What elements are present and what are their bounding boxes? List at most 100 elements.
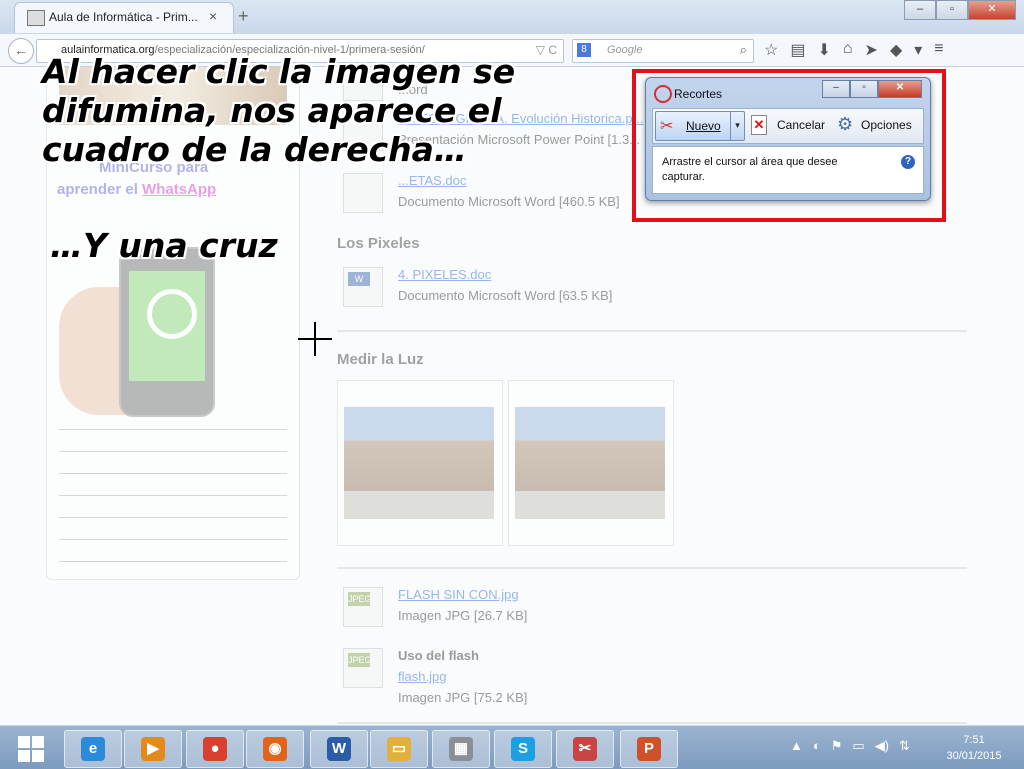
file-title: Uso del flash bbox=[398, 648, 479, 663]
sync-icon[interactable]: ⇅ bbox=[899, 738, 910, 754]
new-tab-icon[interactable]: + bbox=[238, 6, 249, 27]
jpg-file-icon: JPEG bbox=[343, 648, 383, 688]
tab-title: Aula de Informática - Prim... bbox=[49, 10, 198, 24]
street-photo bbox=[515, 407, 665, 519]
snipping-message: Arrastre el cursor al área que desee cap… bbox=[662, 156, 838, 183]
annotation-line: difumina, nos aparece el bbox=[42, 91, 502, 130]
search-icon[interactable]: ⌕ bbox=[740, 42, 747, 58]
file-link[interactable]: flash.jpg bbox=[398, 669, 446, 684]
cancel-button[interactable]: Cancelar bbox=[777, 118, 825, 132]
taskbar-app-media-player[interactable]: ▶ bbox=[124, 730, 182, 768]
system-tray: ▲ ◐ ⚑ ▭ ◀) ⇅ bbox=[790, 738, 910, 754]
file-link[interactable]: ...ETAS.doc bbox=[398, 173, 466, 188]
options-gear-icon[interactable]: ⚙ bbox=[837, 114, 853, 135]
media-player-icon: ▶ bbox=[141, 737, 165, 761]
file-desc: Imagen JPG [75.2 KB] bbox=[398, 690, 528, 705]
taskbar: e ▶ ● ◉ W ▭ ▦ S ✂ P ▲ ◐ ⚑ ▭ ◀) ⇅ 7:51 30/01/2015 bbox=[0, 725, 1024, 769]
taskbar-app-firefox[interactable]: ◉ bbox=[246, 730, 304, 768]
clock-date: 30/01/2015 bbox=[946, 750, 1002, 762]
skype-icon: S bbox=[511, 737, 535, 761]
file-row: W 4. PIXELES.doc Documento Microsoft Wor… bbox=[337, 267, 967, 313]
taskbar-app-explorer[interactable]: ▭ bbox=[370, 730, 428, 768]
word-file-icon bbox=[343, 173, 383, 213]
cancel-icon[interactable]: ✕ bbox=[751, 115, 767, 135]
downloads-icon[interactable]: ⬇ bbox=[817, 40, 830, 60]
whatsapp-link[interactable]: WhatsApp bbox=[142, 181, 216, 198]
whatsapp-phone-image[interactable] bbox=[59, 247, 215, 417]
snipping-message-area: Arrastre el cursor al área que desee cap… bbox=[652, 146, 924, 194]
snipping-toolbar: ✂ Nuevo ▾ ✕ Cancelar ⚙ Opciones bbox=[652, 108, 924, 144]
taskbar-app-snipping-tool[interactable]: ✂ bbox=[556, 730, 614, 768]
new-snip-button[interactable]: ✂ Nuevo ▾ bbox=[655, 111, 745, 141]
phone-body bbox=[119, 247, 215, 417]
chrome-icon: ● bbox=[203, 737, 227, 761]
show-hidden-icons-icon[interactable]: ▲ bbox=[790, 738, 803, 754]
minimize-button[interactable]: – bbox=[904, 0, 936, 20]
taskbar-app-ie[interactable]: e bbox=[64, 730, 122, 768]
help-icon[interactable]: ? bbox=[901, 155, 915, 169]
close-button[interactable]: ✕ bbox=[968, 0, 1016, 20]
send-icon[interactable]: ➤ bbox=[865, 40, 878, 60]
section-title-pixeles: Los Pixeles bbox=[337, 235, 420, 252]
file-row: JPEG FLASH SIN CON.jpg Imagen JPG [26.7 … bbox=[337, 587, 967, 633]
powerpoint-icon: P bbox=[637, 737, 661, 761]
file-row: JPEG Uso del flash flash.jpg Imagen JPG … bbox=[337, 648, 967, 710]
bookmark-star-icon[interactable]: ☆ bbox=[764, 40, 778, 60]
file-desc: Documento Microsoft Word [460.5 KB] bbox=[398, 194, 620, 209]
taskbar-app-chrome[interactable]: ● bbox=[186, 730, 244, 768]
calculator-icon: ▦ bbox=[449, 737, 473, 761]
home-icon[interactable]: ⌂ bbox=[843, 40, 853, 60]
annotation-line: Al hacer clic la imagen se bbox=[42, 52, 516, 91]
start-button[interactable] bbox=[10, 730, 54, 766]
crosshair-cursor-icon bbox=[298, 322, 332, 356]
action-center-flag-icon[interactable]: ⚑ bbox=[831, 738, 843, 754]
browser-titlebar: Aula de Informática - Prim... × + – ▫ ✕ bbox=[0, 0, 1024, 34]
word-file-icon: W bbox=[343, 267, 383, 307]
divider bbox=[337, 567, 967, 569]
snip-close-button[interactable]: ✕ bbox=[878, 80, 922, 98]
file-link[interactable]: FLASH SIN CON.jpg bbox=[398, 587, 519, 602]
snipping-tool-app-icon bbox=[654, 85, 672, 103]
options-button[interactable]: Opciones bbox=[861, 118, 912, 132]
browser-tab[interactable]: Aula de Informática - Prim... × bbox=[14, 2, 234, 33]
volume-icon[interactable]: ◀) bbox=[875, 738, 889, 754]
street-photo bbox=[344, 407, 494, 519]
network-icon[interactable]: ▭ bbox=[852, 738, 864, 754]
taskbar-app-calculator[interactable]: ▦ bbox=[432, 730, 490, 768]
divider bbox=[337, 330, 967, 332]
snip-minimize-button[interactable]: – bbox=[822, 80, 850, 98]
image-thumbnail[interactable] bbox=[508, 380, 674, 546]
extension-icon[interactable]: ◆ bbox=[890, 40, 902, 60]
taskbar-app-skype[interactable]: S bbox=[494, 730, 552, 768]
taskbar-app-word[interactable]: W bbox=[310, 730, 368, 768]
taskbar-app-powerpoint[interactable]: P bbox=[620, 730, 678, 768]
word-icon: W bbox=[327, 737, 351, 761]
annotation-text: Al hacer clic la imagen se difumina, nos… bbox=[42, 52, 642, 169]
sidebar-title-line2: aprender el WhatsApp bbox=[57, 181, 217, 198]
tab-close-icon[interactable]: × bbox=[209, 8, 217, 24]
maximize-button[interactable]: ▫ bbox=[936, 0, 968, 20]
tray-app-icon[interactable]: ◐ bbox=[813, 738, 821, 754]
snip-maximize-button[interactable]: ▫ bbox=[850, 80, 878, 98]
word-badge: W bbox=[348, 272, 370, 286]
phone-screen bbox=[129, 271, 205, 381]
clock[interactable]: 7:51 30/01/2015 bbox=[938, 732, 1010, 764]
file-desc: Documento Microsoft Word [63.5 KB] bbox=[398, 288, 613, 303]
explorer-icon: ▭ bbox=[387, 737, 411, 761]
firefox-icon: ◉ bbox=[263, 737, 287, 761]
file-desc: Imagen JPG [26.7 KB] bbox=[398, 608, 528, 623]
menu-icon[interactable]: ≡ bbox=[934, 40, 943, 60]
jpeg-badge: JPEG bbox=[348, 592, 372, 606]
image-thumbnail[interactable] bbox=[337, 380, 503, 546]
annotation-line: cuadro de la derecha… bbox=[42, 130, 467, 169]
toolbar-icons: ☆ ▤ ⬇ ⌂ ➤ ◆ ▾ ≡ bbox=[764, 40, 944, 60]
file-link[interactable]: 4. PIXELES.doc bbox=[398, 267, 491, 282]
annotation-subtext: …Y una cruz bbox=[50, 226, 278, 265]
new-snip-dropdown-icon[interactable]: ▾ bbox=[730, 112, 744, 140]
back-button[interactable]: ← bbox=[8, 38, 34, 64]
extension-dropdown-icon[interactable]: ▾ bbox=[914, 40, 922, 60]
jpg-file-icon: JPEG bbox=[343, 587, 383, 627]
snipping-tool-icon: ✂ bbox=[573, 737, 597, 761]
divider bbox=[337, 722, 967, 724]
bookmarks-list-icon[interactable]: ▤ bbox=[790, 40, 805, 60]
